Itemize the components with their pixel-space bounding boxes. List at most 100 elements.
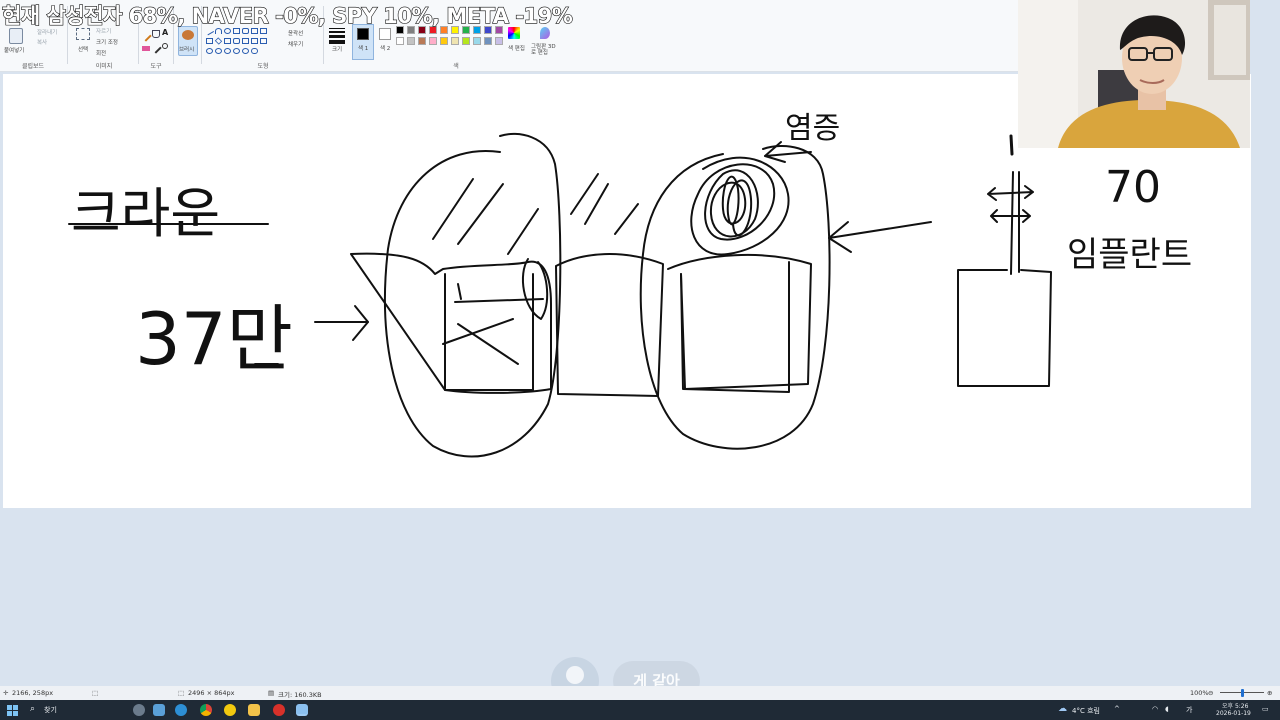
- arrow-up-shape-icon[interactable]: [260, 38, 267, 44]
- edge-app-icon[interactable]: [175, 704, 187, 716]
- crown-top-line: [454, 298, 544, 303]
- stock-overlay-headline: 현재 삼성전자 68%, NAVER -0%, SPY 10%, META -1…: [1, 3, 573, 28]
- hexagon-shape-icon[interactable]: [233, 38, 240, 44]
- selection-icon: ⬚: [92, 689, 99, 697]
- taskbar-search[interactable]: 찾기: [44, 705, 57, 715]
- canvas-size: 2496 × 864px: [188, 689, 235, 697]
- crown-inner-rect: [444, 273, 534, 391]
- tools-label: 도구: [150, 63, 162, 70]
- inflammation-arrow: [764, 151, 812, 157]
- bridge-hatch-3: [614, 203, 639, 235]
- text-icon[interactable]: A: [162, 29, 170, 37]
- user-app-icon[interactable]: [133, 704, 145, 716]
- implant-top-mark: [1009, 134, 1014, 156]
- color1-label: 색 1: [358, 46, 369, 52]
- implant-label-text: 임플란트: [1067, 235, 1192, 275]
- weather-text[interactable]: 4°C 흐림: [1072, 706, 1100, 716]
- search-icon[interactable]: ⌕: [30, 704, 35, 714]
- paste-button[interactable]: 붙여넣기: [4, 46, 24, 54]
- wifi-icon[interactable]: ◠: [1152, 705, 1158, 713]
- palette-color-swatch[interactable]: [440, 37, 448, 45]
- palette-color-swatch[interactable]: [429, 37, 437, 45]
- palette-color-swatch[interactable]: [484, 37, 492, 45]
- outline-button[interactable]: 윤곽선: [288, 29, 303, 37]
- left-word-text: 크라운: [71, 182, 220, 245]
- crown-hatch-3: [507, 208, 539, 255]
- eraser-icon[interactable]: [142, 46, 150, 51]
- record-app-icon[interactable]: [273, 704, 285, 716]
- magnifier-icon[interactable]: [162, 43, 168, 49]
- color-picker-icon[interactable]: [150, 42, 162, 54]
- explorer-app-icon[interactable]: [153, 704, 165, 716]
- zoom-in-icon[interactable]: ⊕: [1267, 689, 1272, 697]
- diamond-shape-icon[interactable]: [214, 37, 223, 45]
- weather-icon: ☁: [1058, 704, 1067, 714]
- palette-color-swatch[interactable]: [462, 37, 470, 45]
- image-label: 이미지: [95, 63, 113, 70]
- status-bar: ✛ 2166, 258px ⬚ ⬚ 2496 × 864px ▤ 크기: 160…: [0, 686, 1280, 700]
- star-shape-icon[interactable]: [206, 48, 213, 54]
- clock-date[interactable]: 2026-01-19: [1216, 710, 1251, 717]
- zoom-level: 100%: [1190, 689, 1209, 697]
- crown-cross-1: [442, 318, 514, 345]
- volume-icon[interactable]: ◖: [1165, 705, 1169, 713]
- rotate-button[interactable]: 회전: [96, 49, 106, 57]
- copy-button[interactable]: 복사: [37, 38, 47, 46]
- callout-shape-icon[interactable]: [215, 48, 222, 54]
- palette-color-swatch[interactable]: [451, 37, 459, 45]
- webcam-overlay: [1018, 0, 1250, 148]
- palette-color-swatch[interactable]: [418, 37, 426, 45]
- color2-label: 색 2: [380, 46, 391, 52]
- tray-chevron-icon[interactable]: ^: [1114, 705, 1120, 713]
- crown-cross-2: [457, 323, 519, 365]
- fill-icon[interactable]: [152, 30, 160, 38]
- file-size: 크기: 160.3KB: [278, 691, 322, 699]
- palette-color-swatch[interactable]: [473, 37, 481, 45]
- yellow-app-icon[interactable]: [224, 704, 236, 716]
- implant-post: [1010, 171, 1020, 275]
- arrow-right-shape-icon[interactable]: [242, 38, 249, 44]
- canvas-size-icon: ⬚: [178, 689, 185, 697]
- lightning-shape-icon[interactable]: [233, 48, 240, 54]
- taskbar: ⌕ 찾기 ☁ 4°C 흐림 ^ ◠ ◖ 가 오후 5:26 2026-01-19…: [0, 700, 1280, 720]
- shapes-label: 도형: [257, 63, 269, 70]
- implant-price-text: 70: [1105, 162, 1161, 213]
- clipboard-label: 클립보드: [21, 63, 45, 70]
- zoom-out-icon[interactable]: ⊖: [1208, 689, 1213, 697]
- chrome-app-icon[interactable]: [200, 704, 212, 716]
- paint3d-button[interactable]: 그림판 3D로 편집: [531, 44, 559, 56]
- heart-shape-icon[interactable]: [224, 48, 231, 54]
- cursor-position: 2166, 258px: [12, 689, 54, 697]
- arrow-left-shape-icon[interactable]: [251, 38, 258, 44]
- cloud-shape-icon[interactable]: [242, 48, 249, 54]
- fill-button[interactable]: 채우기: [288, 40, 303, 48]
- crown-shape: [350, 252, 552, 394]
- select-button[interactable]: 선택: [78, 45, 88, 53]
- clock-time[interactable]: 오후 5:26: [1222, 701, 1248, 710]
- right-triangle-shape-icon[interactable]: [206, 38, 213, 44]
- brushes-button[interactable]: 브러시: [179, 45, 194, 53]
- pencil-icon[interactable]: [140, 30, 152, 42]
- zoom-slider-thumb[interactable]: [1241, 689, 1244, 697]
- right-inner-rect: [680, 261, 790, 393]
- palette-color-swatch[interactable]: [407, 37, 415, 45]
- inflammation-scribble: [690, 156, 790, 256]
- size-button[interactable]: 크기: [332, 45, 342, 53]
- speech-shape-icon[interactable]: [251, 48, 258, 54]
- palette-color-swatch[interactable]: [396, 37, 404, 45]
- start-icon[interactable]: [6, 704, 18, 716]
- resize-button[interactable]: 크기 조정: [96, 38, 118, 46]
- folder-app-icon[interactable]: [248, 704, 260, 716]
- ime-icon[interactable]: 가: [1186, 705, 1192, 715]
- left-price-text: 37만: [135, 297, 293, 381]
- notification-icon[interactable]: ▭: [1262, 705, 1269, 713]
- pentagon-shape-icon[interactable]: [224, 38, 231, 44]
- crown-tooth-outline: [384, 132, 562, 458]
- palette-color-swatch[interactable]: [495, 37, 503, 45]
- paste-icon[interactable]: [9, 28, 23, 44]
- bridge-pontic: [555, 253, 664, 397]
- size-lines-icon[interactable]: [329, 28, 345, 44]
- implant-arrow-bottom: [990, 209, 1031, 223]
- edit-colors-button[interactable]: 색 편집: [508, 44, 525, 52]
- paint-app-icon[interactable]: [296, 704, 308, 716]
